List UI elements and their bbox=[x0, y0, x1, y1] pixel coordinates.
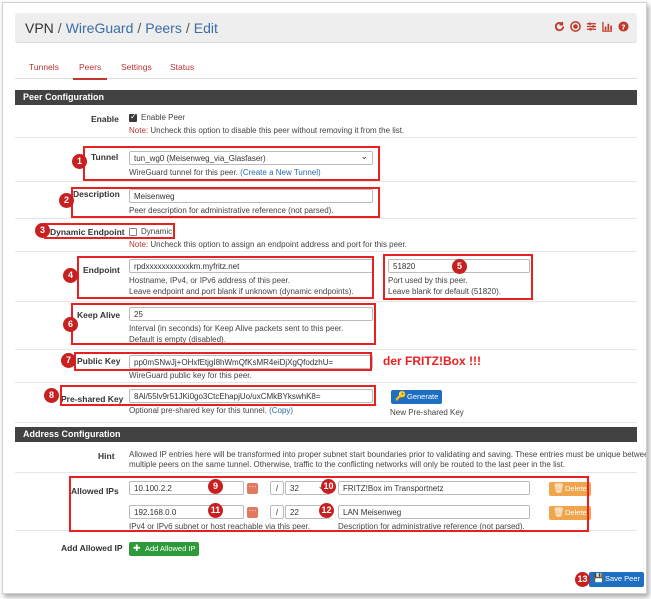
highlight-box-preshared-key bbox=[60, 385, 376, 406]
bar-chart-icon[interactable] bbox=[602, 21, 613, 32]
add-allowed-ip-button[interactable]: ✚ Add Allowed IP bbox=[129, 542, 200, 556]
breadcrumb-edit[interactable]: Edit bbox=[194, 20, 218, 36]
breadcrumb-separator: / bbox=[185, 20, 190, 36]
peer-configuration-heading: Peer Configuration bbox=[15, 90, 637, 105]
save-peer-button[interactable]: 💾 Save Peer bbox=[589, 572, 645, 587]
badge-11: 11 bbox=[208, 503, 223, 518]
highlight-box-keep-alive bbox=[71, 303, 376, 345]
badge-4: 4 bbox=[63, 268, 78, 283]
highlight-box-dynamic-endpoint bbox=[44, 223, 175, 239]
enable-row: Enable Enable Peer Note: Uncheck this op… bbox=[15, 106, 637, 138]
tab-status[interactable]: Status bbox=[170, 62, 194, 72]
generate-caption: New Pre-shared Key bbox=[390, 408, 464, 417]
badge-1: 1 bbox=[72, 154, 87, 169]
badge-9: 9 bbox=[208, 479, 223, 494]
stop-circle-icon[interactable] bbox=[570, 21, 581, 32]
badge-6: 6 bbox=[63, 317, 78, 332]
preshared-key-help: Optional pre-shared key for this tunnel.… bbox=[129, 406, 293, 415]
badge-3: 3 bbox=[35, 223, 50, 238]
breadcrumb-peers[interactable]: Peers bbox=[145, 20, 182, 36]
enable-note: Note: Uncheck this option to disable thi… bbox=[129, 126, 404, 135]
badge-10: 10 bbox=[321, 479, 336, 494]
tab-peers[interactable]: Peers bbox=[72, 62, 108, 80]
hint-row: Hint Allowed IP entries here will be tra… bbox=[15, 443, 646, 473]
enable-peer-checkbox[interactable] bbox=[129, 112, 137, 122]
header-actions: ? bbox=[554, 21, 629, 32]
badge-5: 5 bbox=[452, 259, 467, 274]
breadcrumb-separator: / bbox=[57, 20, 62, 36]
dynamic-note-prefix: Note: bbox=[129, 240, 149, 249]
window-frame: VPN / WireGuard / Peers / Edit ? Tunnels Peers… bbox=[2, 2, 647, 594]
generate-button-label: Generate bbox=[407, 392, 439, 401]
badge-12: 12 bbox=[319, 503, 334, 518]
copy-link[interactable]: (Copy) bbox=[269, 406, 293, 415]
badge-8: 8 bbox=[44, 388, 59, 403]
help-icon[interactable]: ? bbox=[618, 21, 629, 32]
enable-note-prefix: Note: bbox=[129, 126, 149, 135]
sliders-icon[interactable] bbox=[586, 21, 597, 32]
breadcrumb-vpn: VPN bbox=[25, 20, 54, 36]
dynamic-endpoint-note: Note: Uncheck this option to assign an e… bbox=[129, 240, 407, 249]
badge-7: 7 bbox=[61, 353, 76, 368]
reload-icon[interactable] bbox=[554, 21, 565, 32]
badge-13: 13 bbox=[575, 572, 590, 587]
generate-button[interactable]: 🔑 Generate bbox=[391, 390, 443, 404]
fritzbox-annotation: der FRITZ!Box !!! bbox=[383, 354, 481, 368]
add-allowed-ip-row: Add Allowed IP ✚ Add Allowed IP bbox=[15, 531, 637, 561]
save-icon: 💾 bbox=[593, 573, 605, 583]
public-key-help: WireGuard public key for this peer. bbox=[129, 371, 252, 380]
breadcrumb: VPN / WireGuard / Peers / Edit bbox=[25, 20, 218, 36]
tab-tunnels[interactable]: Tunnels bbox=[29, 62, 59, 72]
svg-text:?: ? bbox=[621, 22, 625, 31]
enable-label: Enable bbox=[91, 114, 119, 124]
highlight-box-public-key bbox=[74, 352, 372, 371]
highlight-box-endpoint bbox=[77, 256, 374, 299]
tab-settings[interactable]: Settings bbox=[121, 62, 152, 72]
enable-note-text: Uncheck this option to disable this peer… bbox=[148, 126, 405, 135]
save-peer-button-label: Save Peer bbox=[605, 574, 641, 583]
hint-text-1: Allowed IP entries here will be transfor… bbox=[129, 450, 647, 459]
hint-label: Hint bbox=[98, 451, 115, 461]
breadcrumb-wireguard[interactable]: WireGuard bbox=[66, 20, 134, 36]
tab-bar: Tunnels Peers Settings Status bbox=[15, 53, 637, 80]
enable-peer-label: Enable Peer bbox=[141, 113, 186, 122]
header-bar: VPN / WireGuard / Peers / Edit ? bbox=[15, 13, 637, 43]
highlight-box-description bbox=[71, 187, 380, 218]
plus-icon: ✚ bbox=[133, 543, 141, 553]
badge-2: 2 bbox=[59, 193, 74, 208]
highlight-box-tunnel bbox=[83, 146, 380, 181]
add-allowed-ip-label: Add Allowed IP bbox=[61, 543, 123, 553]
hint-text-2: multiple peers on the same tunnel. Other… bbox=[129, 460, 566, 469]
preshared-help-text: Optional pre-shared key for this tunnel. bbox=[129, 406, 270, 415]
dynamic-note-text: Uncheck this option to assign an endpoin… bbox=[148, 240, 407, 249]
address-configuration-heading: Address Configuration bbox=[15, 427, 637, 442]
add-allowed-ip-button-label: Add Allowed IP bbox=[145, 544, 196, 553]
breadcrumb-separator: / bbox=[137, 20, 142, 36]
key-icon: 🔑 bbox=[395, 391, 407, 401]
